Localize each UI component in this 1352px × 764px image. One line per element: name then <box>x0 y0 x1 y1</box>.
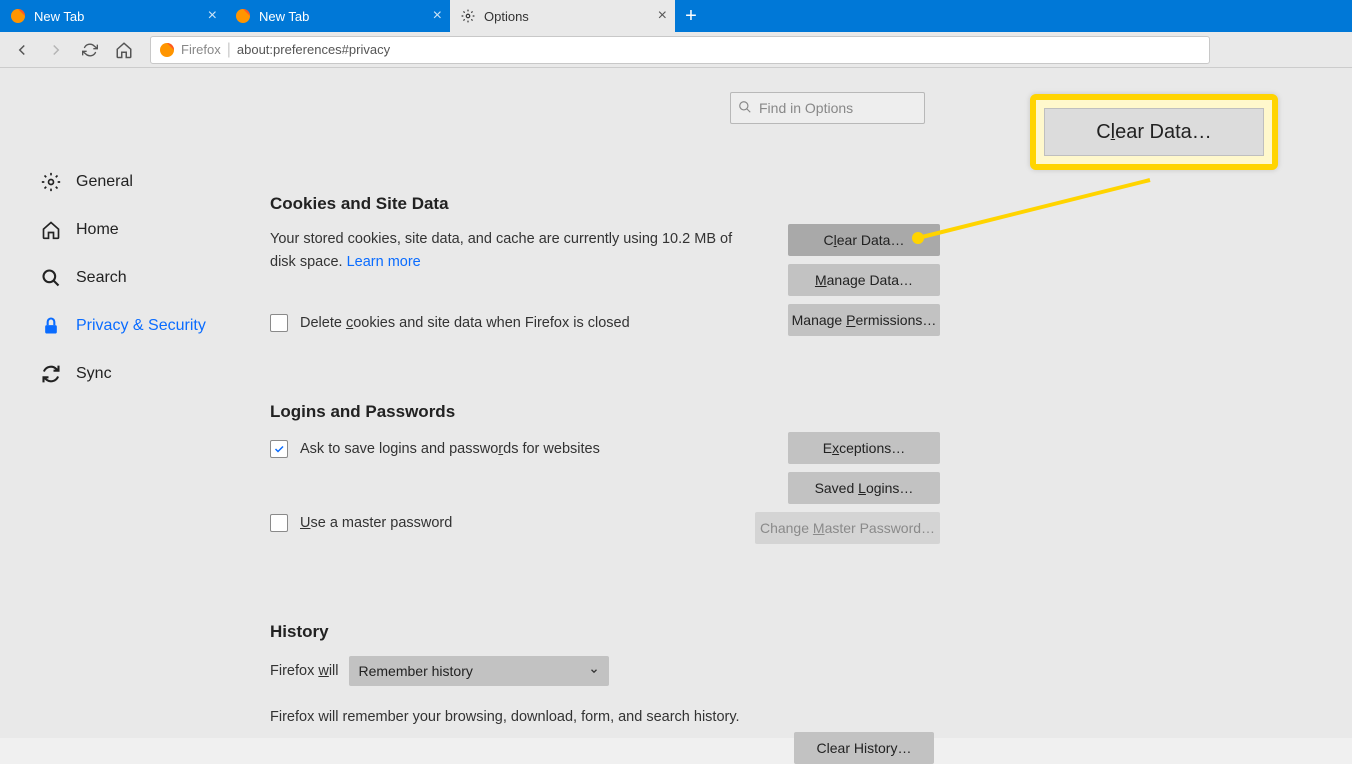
sidebar-item-label: Home <box>76 221 119 239</box>
sidebar-item-label: Search <box>76 269 127 287</box>
chevron-down-icon <box>589 666 599 676</box>
firefox-icon <box>159 42 175 58</box>
cookies-section: Cookies and Site Data Your stored cookie… <box>270 194 940 332</box>
history-section: History Firefox will Remember history Fi… <box>270 622 940 759</box>
firefox-icon <box>10 8 26 24</box>
home-button[interactable] <box>110 36 138 64</box>
back-button[interactable] <box>8 36 36 64</box>
sync-icon <box>40 363 62 385</box>
toolbar: Firefox | about:preferences#privacy <box>0 32 1352 68</box>
sidebar-item-label: General <box>76 173 133 191</box>
clear-data-button[interactable]: Clear Data… <box>788 224 940 256</box>
sidebar-item-search[interactable]: Search <box>40 254 260 302</box>
find-in-options-input[interactable] <box>730 92 925 124</box>
sidebar-item-sync[interactable]: Sync <box>40 350 260 398</box>
urlbar-hint: Firefox <box>181 42 221 57</box>
manage-permissions-button[interactable]: Manage Permissions… <box>788 304 940 336</box>
sidebar: General Home Search Privacy & Security S… <box>0 68 260 738</box>
saved-logins-button[interactable]: Saved Logins… <box>788 472 940 504</box>
select-value: Remember history <box>359 663 473 679</box>
callout-highlight: Clear Data… <box>1030 94 1278 170</box>
close-icon[interactable]: × <box>433 7 442 25</box>
search-icon <box>738 100 752 114</box>
tab-newtab-1[interactable]: New Tab × <box>0 0 225 32</box>
callout-clear-data-button: Clear Data… <box>1044 108 1264 156</box>
section-heading: Logins and Passwords <box>270 402 940 422</box>
reload-button[interactable] <box>76 36 104 64</box>
firefox-will-label: Firefox will <box>270 663 339 679</box>
logins-section: Logins and Passwords Ask to save logins … <box>270 402 940 532</box>
search-icon <box>40 267 62 289</box>
urlbar-address: about:preferences#privacy <box>237 42 390 57</box>
close-icon[interactable]: × <box>658 7 667 25</box>
master-password-checkbox[interactable] <box>270 514 288 532</box>
ask-save-logins-label: Ask to save logins and passwords for web… <box>300 441 600 457</box>
exceptions-button[interactable]: Exceptions… <box>788 432 940 464</box>
delete-cookies-checkbox[interactable] <box>270 314 288 332</box>
cookies-description: Your stored cookies, site data, and cach… <box>270 228 740 274</box>
urlbar-separator: | <box>227 41 231 59</box>
learn-more-link[interactable]: Learn more <box>347 254 421 270</box>
sidebar-item-label: Privacy & Security <box>76 317 206 335</box>
tab-options[interactable]: Options × <box>450 0 675 32</box>
lock-icon <box>40 315 62 337</box>
section-heading: History <box>270 622 940 642</box>
manage-data-button[interactable]: Manage Data… <box>788 264 940 296</box>
history-mode-select[interactable]: Remember history <box>349 656 609 686</box>
gear-icon <box>40 171 62 193</box>
tab-bar: New Tab × New Tab × Options × + <box>0 0 1352 32</box>
section-heading: Cookies and Site Data <box>270 194 940 214</box>
tab-title: Options <box>484 9 529 24</box>
home-icon <box>40 219 62 241</box>
address-bar[interactable]: Firefox | about:preferences#privacy <box>150 36 1210 64</box>
sidebar-item-home[interactable]: Home <box>40 206 260 254</box>
new-tab-button[interactable]: + <box>675 0 707 32</box>
close-icon[interactable]: × <box>208 7 217 25</box>
forward-button[interactable] <box>42 36 70 64</box>
history-description: Firefox will remember your browsing, dow… <box>270 706 740 729</box>
delete-cookies-label: Delete cookies and site data when Firefo… <box>300 315 630 331</box>
clear-history-button[interactable]: Clear History… <box>794 732 934 764</box>
master-password-label: Use a master password <box>300 515 452 531</box>
sidebar-item-privacy[interactable]: Privacy & Security <box>40 302 260 350</box>
tab-title: New Tab <box>34 9 84 24</box>
firefox-icon <box>235 8 251 24</box>
tab-newtab-2[interactable]: New Tab × <box>225 0 450 32</box>
sidebar-item-general[interactable]: General <box>40 158 260 206</box>
change-master-password-button: Change Master Password… <box>755 512 940 544</box>
tab-title: New Tab <box>259 9 309 24</box>
ask-save-logins-checkbox[interactable] <box>270 440 288 458</box>
sidebar-item-label: Sync <box>76 365 112 383</box>
gear-icon <box>460 8 476 24</box>
